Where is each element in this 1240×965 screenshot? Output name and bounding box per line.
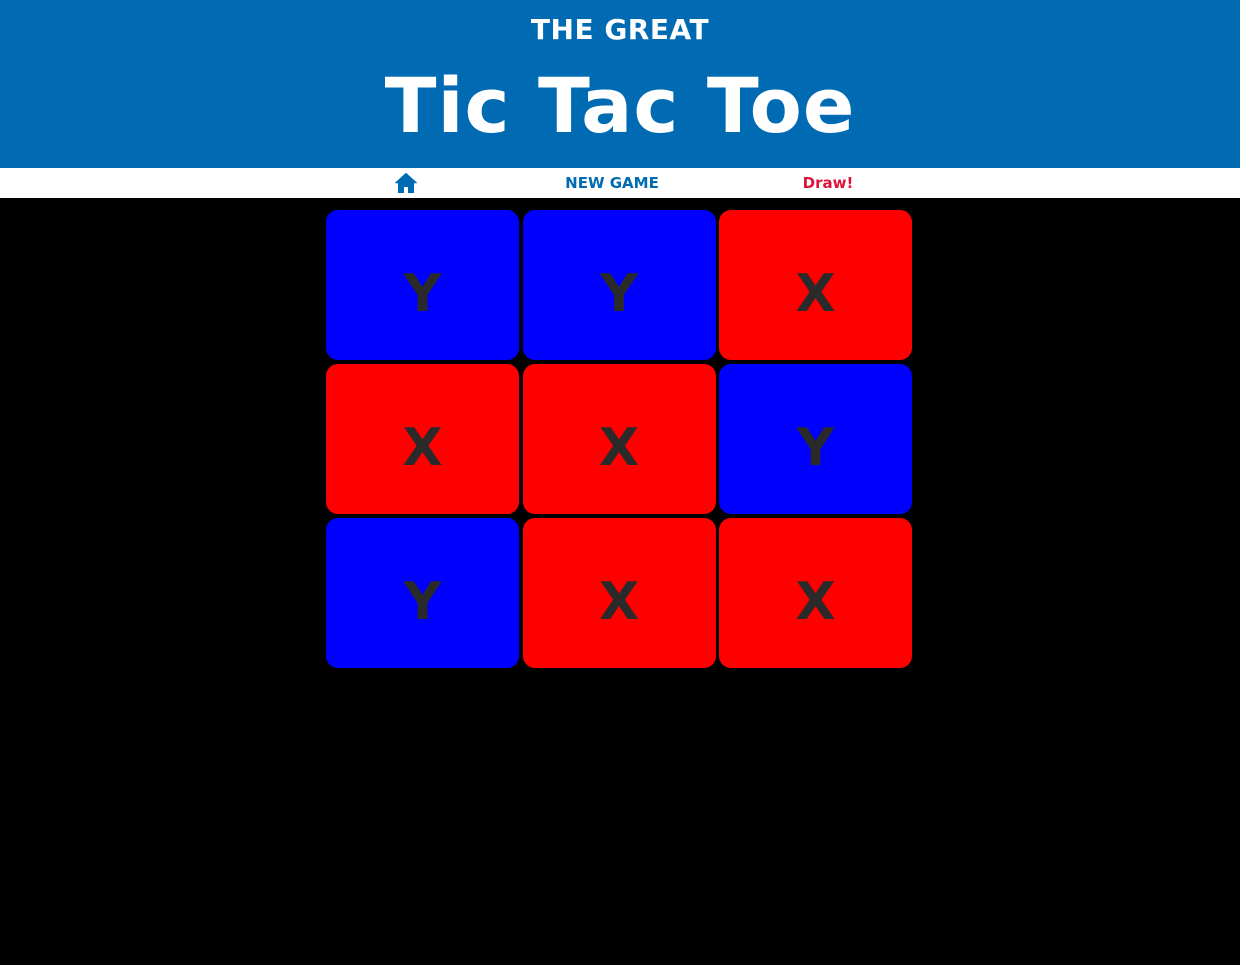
board-cell-3[interactable]: X (719, 210, 912, 360)
new-game-button[interactable]: NEW GAME (540, 168, 684, 198)
page-header: THE GREAT Tic Tac Toe (0, 0, 1240, 168)
board-cell-9[interactable]: X (719, 518, 912, 668)
game-board: Y Y X X X Y Y X X (326, 210, 912, 668)
board-cell-8[interactable]: X (522, 518, 716, 668)
board-cell-7[interactable]: Y (326, 518, 519, 668)
home-icon[interactable] (394, 172, 418, 194)
game-status: Draw! (802, 174, 854, 192)
board-cell-2[interactable]: Y (522, 210, 716, 360)
board-cell-1[interactable]: Y (326, 210, 519, 360)
page-subtitle: THE GREAT (530, 13, 710, 46)
board-cell-5[interactable]: X (522, 364, 716, 514)
page-title: Tic Tac Toe (384, 61, 856, 150)
board-cell-6[interactable]: Y (719, 364, 912, 514)
board-cell-4[interactable]: X (326, 364, 519, 514)
navbar: NEW GAME Draw! (0, 168, 1240, 198)
